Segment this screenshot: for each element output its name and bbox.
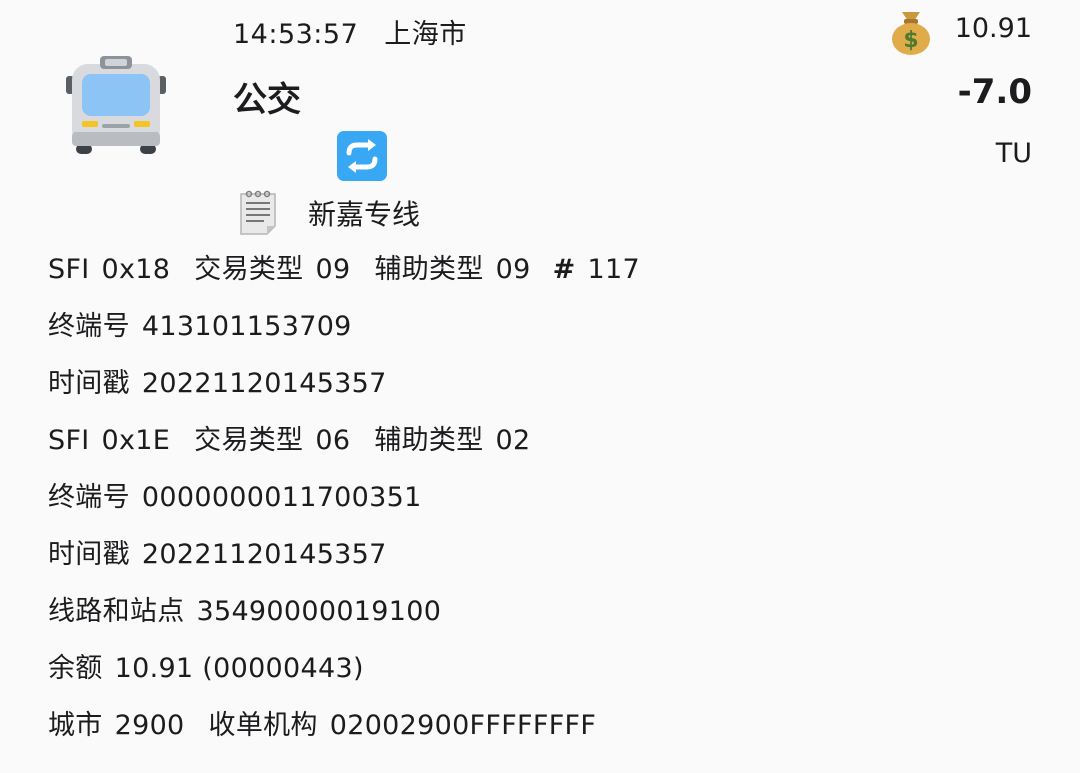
tx-type-label: 交易类型	[194, 425, 304, 456]
timestamp-row: 时间戳 20221120145357	[48, 363, 640, 420]
city-row: 城市 2900 收单机构 02002900FFFFFFFF	[48, 705, 640, 762]
balance-amount: 10.91	[954, 13, 1032, 44]
sfi-value: 0x18	[101, 254, 171, 285]
route-row: 线路和站点 35490000019100	[48, 591, 640, 648]
line-name: 新嘉专线	[308, 198, 421, 231]
timestamp-label: 时间戳	[48, 368, 130, 399]
city-label: 城市	[48, 710, 103, 741]
memo-icon	[238, 188, 278, 236]
sfi-label: SFI	[48, 254, 90, 285]
balance-row: 余额 10.91 (00000443)	[48, 648, 640, 705]
route-value: 35490000019100	[196, 596, 442, 627]
currency-label: TU	[995, 138, 1032, 169]
acquirer-label: 收单机构	[208, 710, 318, 741]
money-bag-icon: $	[888, 6, 934, 56]
transaction-category: 公交	[233, 80, 301, 120]
svg-text:$: $	[903, 28, 918, 53]
transaction-city: 上海市	[384, 19, 467, 50]
swap-arrows-icon	[337, 131, 387, 181]
acquirer-value: 02002900FFFFFFFF	[329, 710, 597, 741]
terminal-row: 终端号 413101153709	[48, 306, 640, 363]
sfi-label: SFI	[48, 425, 90, 456]
sequence-number: 117	[587, 254, 640, 285]
hash-icon: #	[552, 254, 576, 285]
aux-type-value: 09	[495, 254, 531, 285]
terminal-label: 终端号	[48, 311, 130, 342]
record-header-row: SFI 0x1E 交易类型 06 辅助类型 02	[48, 420, 640, 477]
terminal-value: 0000000011700351	[141, 482, 422, 513]
terminal-row: 终端号 0000000011700351	[48, 477, 640, 534]
bus-icon	[62, 52, 170, 156]
timestamp-value: 20221120145357	[141, 539, 387, 570]
terminal-value: 413101153709	[141, 311, 352, 342]
terminal-label: 终端号	[48, 482, 130, 513]
route-label: 线路和站点	[48, 596, 185, 627]
transaction-amount: -7.0	[957, 72, 1032, 112]
tx-type-value: 09	[315, 254, 351, 285]
timestamp-row: 时间戳 20221120145357	[48, 534, 640, 591]
record-header-row: SFI 0x18 交易类型 09 辅助类型 09 #117	[48, 249, 640, 306]
timestamp-value: 20221120145357	[141, 368, 387, 399]
transaction-time: 14:53:57	[233, 19, 359, 50]
record-details: SFI 0x18 交易类型 09 辅助类型 09 #117 终端号 413101153709 …	[48, 249, 640, 762]
aux-type-value: 02	[495, 425, 531, 456]
status-header: 14:53:57 上海市	[233, 12, 467, 51]
tx-type-value: 06	[315, 425, 351, 456]
balance-label: 余额	[48, 653, 103, 684]
sfi-value: 0x1E	[101, 425, 171, 456]
city-code: 2900	[114, 710, 185, 741]
balance-value: 10.91 (00000443)	[114, 653, 364, 684]
timestamp-label: 时间戳	[48, 539, 130, 570]
aux-type-label: 辅助类型	[374, 254, 484, 285]
aux-type-label: 辅助类型	[374, 425, 484, 456]
tx-type-label: 交易类型	[194, 254, 304, 285]
